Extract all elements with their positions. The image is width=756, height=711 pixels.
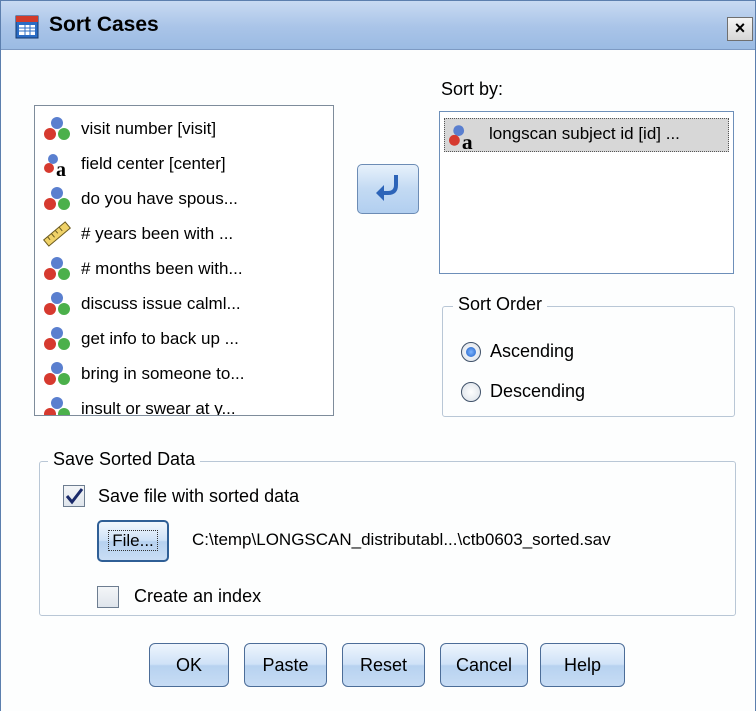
descending-label[interactable]: Descending	[490, 381, 585, 402]
nominal-icon	[44, 362, 70, 385]
list-item[interactable]: insult or swear at y...	[41, 391, 311, 416]
descending-radio[interactable]	[461, 382, 481, 402]
help-button[interactable]: Help	[540, 643, 625, 687]
cancel-button[interactable]: Cancel	[440, 643, 528, 687]
nominal-icon	[44, 187, 70, 210]
list-item[interactable]: # years been with ...	[41, 216, 311, 252]
list-item[interactable]: bring in someone to...	[41, 356, 311, 392]
save-file-checkbox[interactable]	[63, 485, 85, 507]
list-item[interactable]: a field center [center]	[41, 146, 311, 182]
list-item[interactable]: visit number [visit]	[41, 111, 311, 147]
variable-label: visit number [visit]	[81, 119, 217, 138]
nominal-icon	[44, 117, 70, 140]
sort-by-item[interactable]: a longscan subject id [id] ...	[444, 118, 729, 152]
list-item[interactable]: get info to back up ...	[41, 321, 311, 357]
title-bar[interactable]: Sort Cases ×	[1, 1, 755, 50]
save-sorted-legend: Save Sorted Data	[48, 449, 201, 470]
close-button[interactable]: ×	[727, 17, 753, 41]
app-icon	[15, 15, 39, 39]
nominal-icon	[44, 327, 70, 350]
create-index-label[interactable]: Create an index	[134, 586, 261, 607]
scale-icon	[43, 221, 71, 247]
variable-label: # years been with ...	[81, 224, 234, 243]
sort-order-legend: Sort Order	[453, 294, 548, 315]
ok-button[interactable]: OK	[149, 643, 229, 687]
string-icon: a	[44, 154, 66, 177]
ascending-radio[interactable]	[461, 342, 481, 362]
sort-by-label: Sort by:	[441, 79, 504, 99]
sort-by-list[interactable]: a longscan subject id [id] ...	[439, 111, 734, 274]
svg-text:a: a	[56, 159, 66, 177]
variable-label: # months been with...	[81, 259, 243, 278]
checkmark-icon	[65, 488, 84, 505]
window-title: Sort Cases	[49, 13, 159, 36]
move-variable-button[interactable]	[357, 164, 419, 214]
ascending-label[interactable]: Ascending	[490, 341, 574, 362]
sort-by-item-label: longscan subject id [id] ...	[489, 124, 680, 143]
nominal-icon	[44, 397, 70, 415]
variable-label: bring in someone to...	[81, 364, 245, 383]
save-file-label[interactable]: Save file with sorted data	[98, 486, 299, 507]
file-path: C:\temp\LONGSCAN_distributabl...\ctb0603…	[192, 530, 611, 549]
sort-order-group: Sort Order	[442, 294, 735, 417]
sort-cases-dialog: Sort Cases × visit number [visit] a fiel…	[0, 0, 756, 711]
variable-label: field center [center]	[81, 154, 226, 173]
variable-list[interactable]: visit number [visit] a field center [cen…	[34, 105, 334, 416]
nominal-icon	[44, 257, 70, 280]
list-item[interactable]: discuss issue calml...	[41, 286, 311, 322]
paste-button[interactable]: Paste	[244, 643, 327, 687]
variable-label: do you have spous...	[81, 189, 238, 208]
create-index-checkbox[interactable]	[97, 586, 119, 608]
svg-text:a: a	[462, 130, 473, 150]
string-icon: a	[449, 125, 473, 150]
list-item[interactable]: # months been with...	[41, 251, 311, 287]
file-button[interactable]: File...	[97, 520, 169, 562]
list-item[interactable]: do you have spous...	[41, 181, 311, 217]
variable-label: discuss issue calml...	[81, 294, 241, 313]
move-arrow-icon	[376, 175, 398, 201]
close-icon: ×	[734, 18, 746, 38]
reset-button[interactable]: Reset	[342, 643, 425, 687]
nominal-icon	[44, 292, 70, 315]
variable-label: get info to back up ...	[81, 329, 239, 348]
variable-label: insult or swear at y...	[81, 399, 236, 416]
